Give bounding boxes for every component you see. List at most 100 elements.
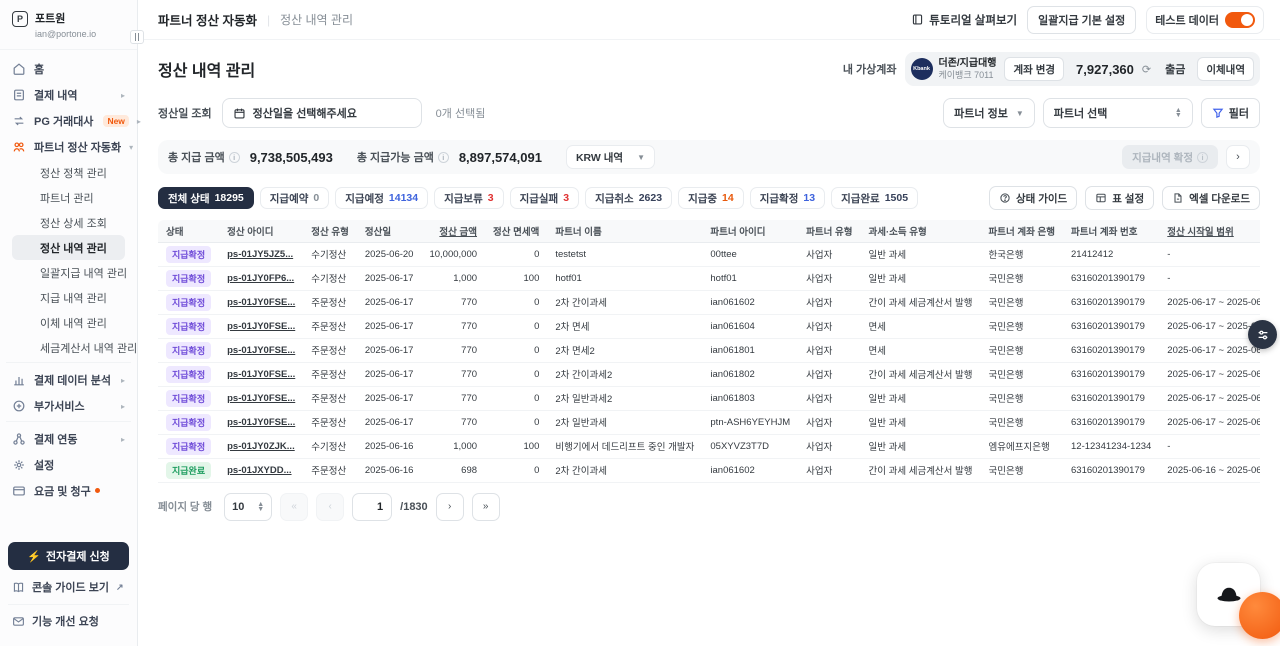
status-badge: 지급확정 (166, 438, 211, 455)
prev-page-button[interactable]: ‹ (316, 493, 344, 521)
workspace-switcher[interactable]: P 포트원 ian@portone.io (0, 0, 137, 47)
column-header-12[interactable]: 정산 시작일 범위 (1159, 220, 1260, 242)
sidebar-item-payout-history[interactable]: 지급 내역 관리 (12, 285, 125, 310)
sidebar-item-billing[interactable]: 요금 및 청구 (6, 478, 131, 504)
partner-select[interactable]: 파트너 선택 ▲▼ (1043, 98, 1193, 128)
new-badge: New (103, 115, 128, 127)
page-number-input[interactable] (352, 493, 392, 521)
apply-epayment-button[interactable]: ⚡ 전자결제 신청 (8, 542, 129, 570)
settlement-id-link[interactable]: ps-01JY5JZ5... (227, 249, 293, 260)
sidebar-item-partner-settlement[interactable]: 파트너 정산 자동화 ▾ (6, 134, 131, 160)
cell-partner_id: 05XYVZ3T7D (710, 441, 769, 452)
partner-select-value: 파트너 선택 (1054, 105, 1108, 121)
refresh-icon[interactable]: ⟳ (1142, 63, 1151, 76)
feature-request-link[interactable]: 기능 개선 요청 (8, 609, 129, 636)
last-page-button[interactable]: » (472, 493, 500, 521)
status-tab-1[interactable]: 지급예약0 (260, 187, 329, 209)
cell-bank: 국민은행 (989, 466, 1024, 477)
expand-summary-button[interactable]: › (1226, 145, 1250, 169)
sidebar-collapse-button[interactable] (130, 30, 144, 44)
status-tab-5[interactable]: 지급취소2623 (585, 187, 672, 209)
sidebar-item-pg-reconciliation[interactable]: PG 거래대사 New ▸ (6, 108, 131, 134)
test-data-toggle[interactable] (1225, 12, 1255, 28)
sidebar-item-settings[interactable]: 설정 (6, 452, 131, 478)
settlement-date-input[interactable]: 정산일을 선택해주세요 (222, 98, 422, 128)
settlement-id-link[interactable]: ps-01JY0FSE... (227, 417, 295, 428)
status-tab-4[interactable]: 지급실패3 (510, 187, 579, 209)
column-header-8: 파트너 유형 (798, 220, 860, 242)
confirm-payout-button[interactable]: 지급내역 확정 i (1122, 145, 1218, 169)
sidebar-item-tax-invoice-history[interactable]: 세금계산서 내역 관리 (12, 335, 125, 360)
settlement-id-link[interactable]: ps-01JY0FSE... (227, 369, 295, 380)
filter-button[interactable]: 필터 (1201, 98, 1260, 128)
withdraw-button[interactable]: 출금 (1161, 61, 1189, 77)
settlement-id-link[interactable]: ps-01JY0FSE... (227, 321, 295, 332)
sidebar-item-payment-analytics[interactable]: 결제 데이터 분석 ▸ (6, 367, 131, 393)
cell-tax_type: 간이 과세 세금계산서 발행 (868, 298, 972, 309)
floating-settings-button[interactable] (1248, 320, 1277, 349)
cell-date: 2025-06-17 (365, 297, 414, 308)
cell-date: 2025-06-17 (365, 393, 414, 404)
settlement-table: 상태정산 아이디정산 유형정산일정산 금액정산 면세액파트너 이름파트너 아이디… (158, 220, 1260, 483)
cell-date: 2025-06-20 (365, 249, 414, 260)
chevron-right-icon: ▸ (137, 117, 141, 126)
tutorial-link[interactable]: 튜토리얼 살펴보기 (911, 12, 1017, 28)
settlement-id-link[interactable]: ps-01JY0FSE... (227, 297, 295, 308)
chat-launcher-button[interactable] (1239, 592, 1280, 639)
partner-info-select[interactable]: 파트너 정보 ▼ (943, 98, 1035, 128)
settlement-id-link[interactable]: ps-01JY0FSE... (227, 393, 295, 404)
info-icon[interactable]: i (229, 152, 240, 163)
settlement-id-link[interactable]: ps-01JY0ZJK... (227, 441, 295, 452)
question-icon (999, 192, 1011, 204)
cell-tax_free: 0 (534, 393, 539, 404)
cell-amount: 770 (461, 297, 477, 308)
sidebar-item-payments[interactable]: 결제 내역 ▸ (6, 82, 131, 108)
tab-label: 지급예정 (345, 191, 384, 206)
sidebar-item-home[interactable]: 홈 (6, 56, 131, 82)
status-tab-7[interactable]: 지급확정13 (750, 187, 825, 209)
breadcrumb-page: 정산 내역 관리 (280, 11, 353, 28)
change-account-button[interactable]: 계좌 변경 (1004, 57, 1064, 81)
sidebar-item-settlement-history[interactable]: 정산 내역 관리 (12, 235, 125, 260)
settlement-id-link[interactable]: ps-01JY0FP6... (227, 273, 294, 284)
first-page-button[interactable]: « (280, 493, 308, 521)
cell-date: 2025-06-17 (365, 273, 414, 284)
transfer-history-button[interactable]: 이체내역 (1197, 57, 1254, 81)
cell-amount: 770 (461, 321, 477, 332)
status-tab-8[interactable]: 지급완료1505 (831, 187, 918, 209)
column-header-9: 과세·소득 유형 (860, 220, 980, 242)
table-settings-button[interactable]: 표 설정 (1085, 186, 1154, 210)
sidebar-item-settlement-detail[interactable]: 정산 상세 조회 (12, 210, 125, 235)
rows-per-page-select[interactable]: 10 ▲▼ (224, 493, 272, 521)
status-guide-button[interactable]: 상태 가이드 (989, 186, 1077, 210)
bulk-payout-settings-button[interactable]: 일괄지급 기본 설정 (1027, 6, 1136, 34)
cell-partner_type: 사업자 (806, 418, 832, 429)
status-tab-3[interactable]: 지급보류3 (434, 187, 503, 209)
sidebar-item-partner-management[interactable]: 파트너 관리 (12, 185, 125, 210)
settlement-id-link[interactable]: ps-01JXYDD... (227, 465, 291, 476)
sidebar-item-addon-services[interactable]: 부가서비스 ▸ (6, 393, 131, 419)
info-icon[interactable]: i (438, 152, 449, 163)
currency-select[interactable]: KRW 내역 ▼ (566, 145, 655, 169)
status-tab-6[interactable]: 지급중14 (678, 187, 744, 209)
sidebar-item-transfer-history[interactable]: 이체 내역 관리 (12, 310, 125, 335)
sidebar-item-bulk-payout-history[interactable]: 일괄지급 내역 관리 (12, 260, 125, 285)
settlement-table-wrap[interactable]: 상태정산 아이디정산 유형정산일정산 금액정산 면세액파트너 이름파트너 아이디… (158, 220, 1260, 483)
settlement-id-link[interactable]: ps-01JY0FSE... (227, 345, 295, 356)
console-guide-link[interactable]: 콘솔 가이드 보기 ↗ (8, 570, 129, 602)
tab-count: 2623 (639, 192, 662, 204)
cell-partner_id: ian061803 (710, 393, 754, 404)
sidebar-item-settlement-policy[interactable]: 정산 정책 관리 (12, 160, 125, 185)
tab-count: 14134 (389, 192, 418, 204)
column-header-4[interactable]: 정산 금액 (421, 220, 485, 242)
excel-download-button[interactable]: 엑셀 다운로드 (1162, 186, 1260, 210)
cell-partner_id: hotf01 (710, 273, 736, 284)
cell-tax_type: 일반 과세 (868, 418, 906, 429)
status-tab-0[interactable]: 전체 상태18295 (158, 187, 254, 209)
sidebar-item-payment-integration[interactable]: 결제 연동 ▸ (6, 426, 131, 452)
cell-bank: 국민은행 (989, 418, 1024, 429)
cell-range: 2025-06-17 ~ 2025-06-18 (1167, 369, 1260, 380)
status-tab-2[interactable]: 지급예정 14134 (335, 187, 428, 209)
next-page-button[interactable]: › (436, 493, 464, 521)
cell-amount: 770 (461, 345, 477, 356)
